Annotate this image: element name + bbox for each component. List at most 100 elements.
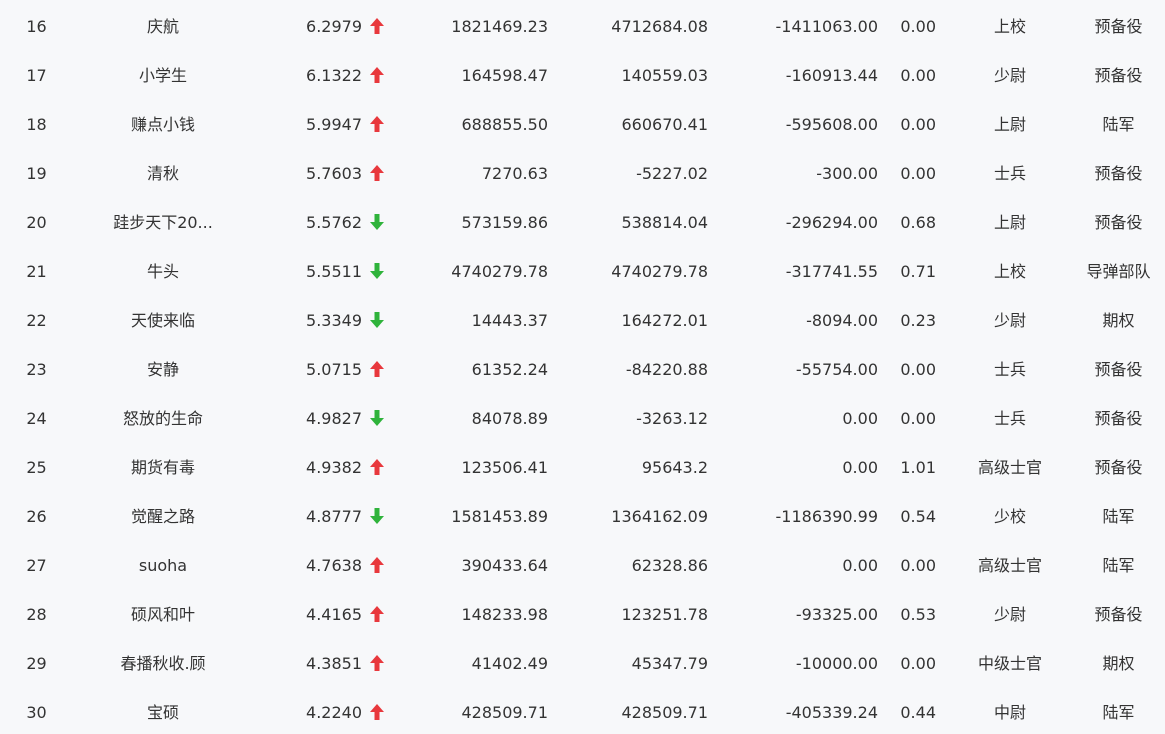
table-row[interactable]: 22 天使来临 5.3349 14443.37 164272.01 -8094.00 0.2… [0, 296, 1165, 345]
arrow-up-icon [370, 688, 390, 734]
unit-cell: 预备役 [1094, 458, 1143, 477]
arrow-up-icon [370, 443, 390, 492]
value-c-cell: -160913.44 [785, 66, 878, 85]
arrow-down-icon [370, 198, 390, 247]
unit-cell: 陆军 [1102, 115, 1135, 134]
value-d-cell: 0.53 [900, 605, 936, 624]
unit-cell: 期权 [1102, 654, 1135, 673]
value-a-cell: 14443.37 [471, 311, 548, 330]
rank-cell: 16 [26, 17, 47, 36]
rank-cell: 28 [26, 605, 47, 624]
table-row[interactable]: 30 宝硕 4.2240 428509.71 428509.71 -405339.24 0.… [0, 688, 1165, 734]
military-rank-cell: 高级士官 [977, 458, 1042, 477]
military-rank-cell: 上校 [993, 262, 1026, 281]
rank-cell: 25 [26, 458, 47, 477]
value-c-cell: -317741.55 [785, 262, 878, 281]
value-b-cell: 4740279.78 [611, 262, 708, 281]
value-b-cell: -3263.12 [636, 409, 708, 428]
name-cell: 硕风和叶 [130, 605, 195, 624]
table-row[interactable]: 28 硕风和叶 4.4165 148233.98 123251.78 -93325.00 0… [0, 590, 1165, 639]
value-c-cell: -300.00 [816, 164, 878, 183]
value-a-cell: 688855.50 [461, 115, 548, 134]
rank-cell: 19 [26, 164, 47, 183]
value-a-cell: 4740279.78 [451, 262, 548, 281]
table-row[interactable]: 24 怒放的生命 4.9827 84078.89 -3263.12 0.00 0.00 士兵 预… [0, 394, 1165, 443]
score-cell: 4.2240 [306, 703, 362, 722]
score-cell: 5.5511 [306, 262, 362, 281]
value-d-cell: 0.00 [900, 409, 936, 428]
unit-cell: 预备役 [1094, 213, 1143, 232]
value-c-cell: -405339.24 [785, 703, 878, 722]
score-cell: 5.9947 [306, 115, 362, 134]
arrow-down-icon [370, 492, 390, 541]
value-c-cell: -1186390.99 [775, 507, 878, 526]
unit-cell: 预备役 [1094, 360, 1143, 379]
table-row[interactable]: 16 庆航 6.2979 1821469.23 4712684.08 -1411063.0… [0, 2, 1165, 51]
ranking-table: 16 庆航 6.2979 1821469.23 4712684.08 -1411063.0… [0, 0, 1165, 734]
value-c-cell: -55754.00 [795, 360, 878, 379]
name-cell: suoha [138, 556, 188, 575]
value-c-cell: 0.00 [842, 556, 878, 575]
rank-cell: 17 [26, 66, 47, 85]
score-cell: 5.0715 [306, 360, 362, 379]
unit-cell: 预备役 [1094, 17, 1143, 36]
arrow-up-icon [370, 149, 390, 198]
name-cell: 宝硕 [146, 703, 179, 722]
arrow-up-icon [370, 590, 390, 639]
table-row[interactable]: 20 跬步天下20... 5.5762 573159.86 538814.04 -2962… [0, 198, 1165, 247]
value-a-cell: 1821469.23 [451, 17, 548, 36]
unit-cell: 预备役 [1094, 164, 1143, 183]
value-b-cell: 95643.2 [641, 458, 708, 477]
score-cell: 6.2979 [306, 17, 362, 36]
military-rank-cell: 少尉 [993, 311, 1026, 330]
value-d-cell: 0.44 [900, 703, 936, 722]
unit-cell: 陆军 [1102, 507, 1135, 526]
value-b-cell: 660670.41 [621, 115, 708, 134]
table-row[interactable]: 18 赚点小钱 5.9947 688855.50 660670.41 -595608.00… [0, 100, 1165, 149]
military-rank-cell: 中级士官 [977, 654, 1042, 673]
table-row[interactable]: 19 清秋 5.7603 7270.63 -5227.02 -300.00 0.00 士兵 预备… [0, 149, 1165, 198]
value-a-cell: 390433.64 [461, 556, 548, 575]
rank-cell: 27 [26, 556, 47, 575]
name-cell: 跬步天下20... [113, 213, 213, 232]
score-cell: 4.9382 [306, 458, 362, 477]
value-b-cell: 428509.71 [621, 703, 708, 722]
table-row[interactable]: 23 安静 5.0715 61352.24 -84220.88 -55754.00 0.00… [0, 345, 1165, 394]
arrow-up-icon [370, 541, 390, 590]
table-row[interactable]: 21 牛头 5.5511 4740279.78 4740279.78 -317741.55… [0, 247, 1165, 296]
unit-cell: 预备役 [1094, 409, 1143, 428]
table-row[interactable]: 26 觉醒之路 4.8777 1581453.89 1364162.09 -1186390… [0, 492, 1165, 541]
value-a-cell: 1581453.89 [451, 507, 548, 526]
arrow-down-icon [370, 296, 390, 345]
name-cell: 春播秋收.顾 [120, 654, 206, 673]
rank-cell: 21 [26, 262, 47, 281]
table-row[interactable]: 27 suoha 4.7638 390433.64 62328.86 0.00 0.00 高级… [0, 541, 1165, 590]
name-cell: 安静 [146, 360, 179, 379]
value-d-cell: 0.00 [900, 556, 936, 575]
value-b-cell: 140559.03 [621, 66, 708, 85]
table-row[interactable]: 29 春播秋收.顾 4.3851 41402.49 45347.79 -10000.00 0… [0, 639, 1165, 688]
value-a-cell: 148233.98 [461, 605, 548, 624]
name-cell: 觉醒之路 [130, 507, 195, 526]
value-c-cell: -595608.00 [785, 115, 878, 134]
name-cell: 清秋 [146, 164, 179, 183]
value-c-cell: -93325.00 [795, 605, 878, 624]
value-b-cell: 62328.86 [631, 556, 708, 575]
value-b-cell: 45347.79 [631, 654, 708, 673]
value-d-cell: 1.01 [900, 458, 936, 477]
military-rank-cell: 少尉 [993, 605, 1026, 624]
value-b-cell: 538814.04 [621, 213, 708, 232]
score-cell: 4.9827 [306, 409, 362, 428]
value-d-cell: 0.00 [900, 164, 936, 183]
rank-cell: 22 [26, 311, 47, 330]
table-row[interactable]: 17 小学生 6.1322 164598.47 140559.03 -160913.44 0… [0, 51, 1165, 100]
name-cell: 怒放的生命 [122, 409, 203, 428]
value-c-cell: -1411063.00 [775, 17, 878, 36]
value-a-cell: 61352.24 [471, 360, 548, 379]
value-b-cell: 4712684.08 [611, 17, 708, 36]
name-cell: 天使来临 [130, 311, 195, 330]
value-d-cell: 0.68 [900, 213, 936, 232]
value-d-cell: 0.00 [900, 17, 936, 36]
military-rank-cell: 高级士官 [977, 556, 1042, 575]
table-row[interactable]: 25 期货有毒 4.9382 123506.41 95643.2 0.00 1.01 高级士官… [0, 443, 1165, 492]
